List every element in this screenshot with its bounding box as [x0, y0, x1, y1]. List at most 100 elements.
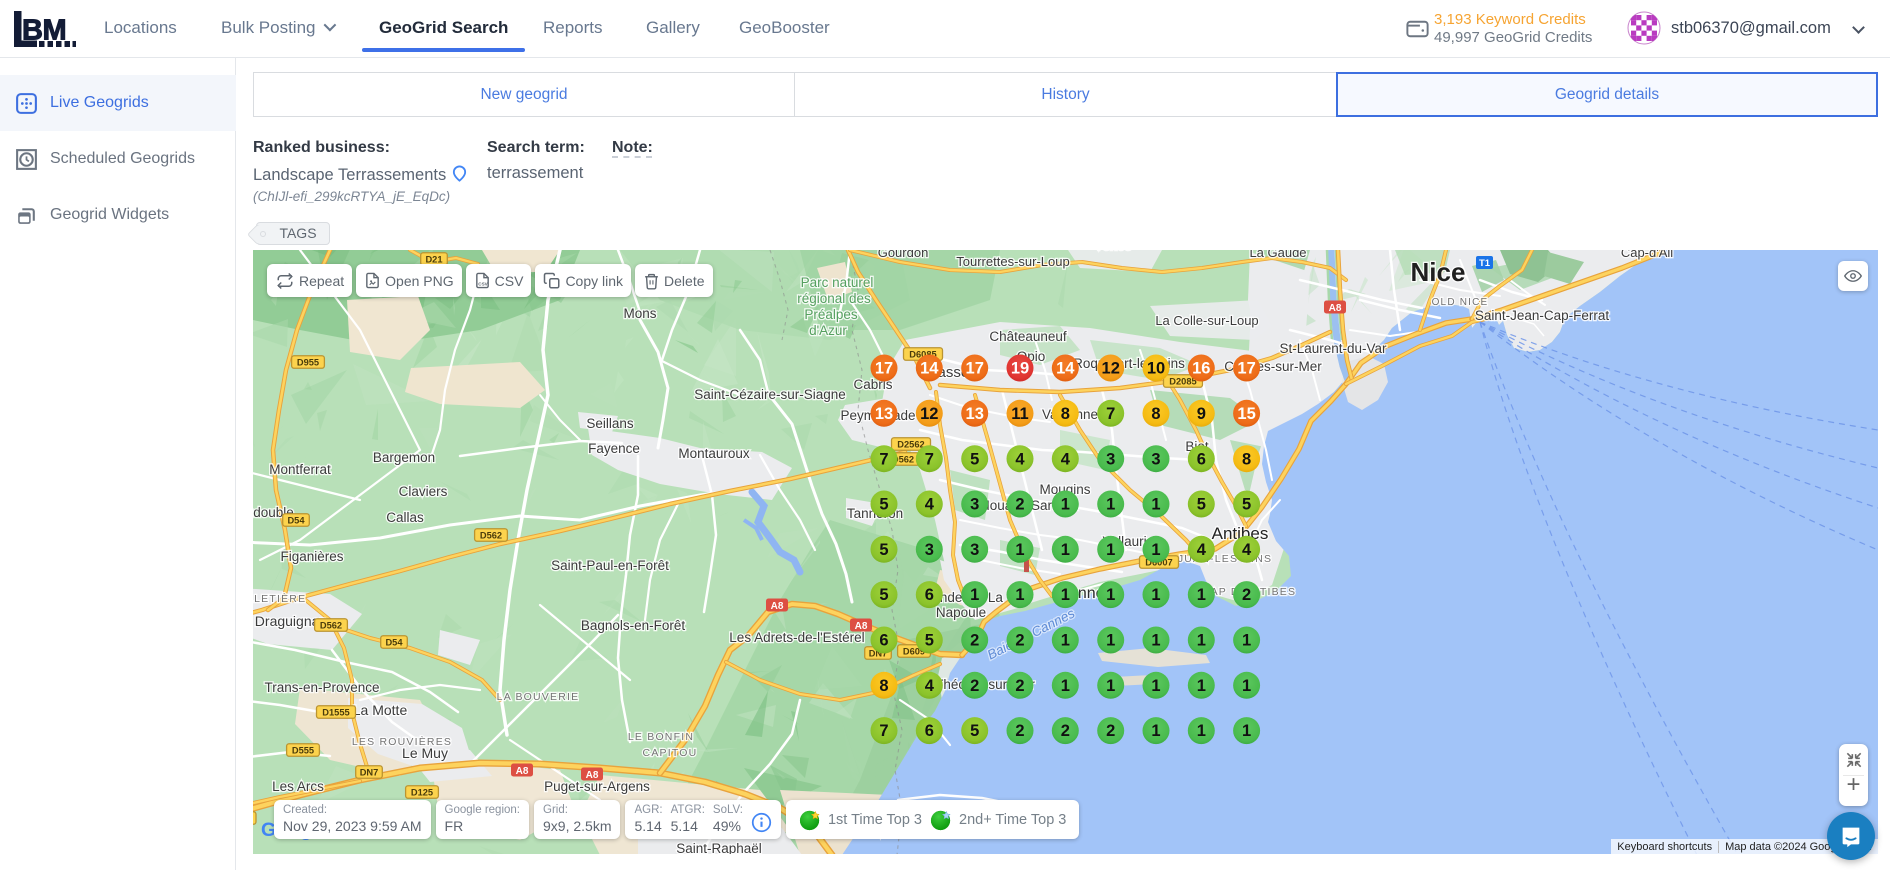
svg-text:10: 10 [1147, 360, 1165, 378]
svg-text:8: 8 [1151, 405, 1160, 423]
svg-text:LES ROUVIÈRES: LES ROUVIÈRES [352, 735, 452, 748]
svg-text:Tourrettes-sur-Loup: Tourrettes-sur-Loup [956, 254, 1069, 269]
svg-text:7: 7 [1106, 405, 1115, 423]
svg-text:4: 4 [1242, 541, 1252, 559]
svg-text:Les Arcs: Les Arcs [272, 779, 324, 794]
svg-text:1: 1 [1015, 586, 1024, 604]
svg-text:8: 8 [879, 677, 888, 695]
svg-text:7: 7 [925, 450, 934, 468]
svg-text:D54: D54 [385, 637, 403, 647]
svg-text:2: 2 [1242, 586, 1251, 604]
svg-text:5: 5 [879, 496, 888, 514]
svg-text:D1555: D1555 [322, 707, 349, 717]
svg-text:6: 6 [1197, 450, 1206, 468]
svg-text:Saint-Cézaire-sur-Siagne: Saint-Cézaire-sur-Siagne [694, 387, 846, 402]
svg-text:LE BONFIN: LE BONFIN [628, 731, 694, 743]
svg-text:1: 1 [1106, 677, 1115, 695]
svg-text:D2562: D2562 [897, 439, 924, 449]
svg-text:1: 1 [1242, 722, 1251, 740]
svg-text:D562: D562 [480, 530, 502, 540]
svg-text:Saint-Jean-Cap-Ferrat: Saint-Jean-Cap-Ferrat [1475, 308, 1610, 323]
svg-text:1: 1 [1061, 632, 1070, 650]
svg-text:19: 19 [1011, 360, 1029, 378]
svg-text:5: 5 [970, 450, 979, 468]
svg-text:5: 5 [879, 541, 888, 559]
svg-text:3: 3 [970, 541, 979, 559]
svg-text:14: 14 [920, 360, 939, 378]
svg-text:CSV: CSV [478, 281, 488, 286]
svg-text:Gourdon: Gourdon [878, 250, 929, 260]
svg-text:4: 4 [925, 496, 935, 514]
svg-text:5: 5 [970, 722, 979, 740]
svg-text:La Gaude: La Gaude [1249, 250, 1306, 260]
svg-text:T1: T1 [1479, 258, 1491, 269]
svg-text:1: 1 [1197, 632, 1206, 650]
svg-text:D955: D955 [297, 357, 319, 367]
svg-text:1: 1 [1106, 496, 1115, 514]
svg-text:1: 1 [1151, 632, 1160, 650]
svg-text:OLLETIÈRE: OLLETIÈRE [253, 592, 306, 605]
svg-text:1: 1 [1242, 677, 1251, 695]
svg-text:5: 5 [925, 632, 934, 650]
svg-text:D555: D555 [292, 745, 314, 755]
svg-text:Cap-d'Ail: Cap-d'Ail [1621, 250, 1673, 260]
svg-text:2: 2 [1015, 677, 1024, 695]
svg-text:Fayence: Fayence [588, 441, 640, 456]
svg-text:Saint-Paul-en-Forêt: Saint-Paul-en-Forêt [551, 558, 669, 573]
svg-text:2: 2 [1015, 722, 1024, 740]
svg-text:6: 6 [879, 632, 888, 650]
svg-text:Vence: Vence [1094, 250, 1132, 253]
svg-text:8: 8 [1242, 450, 1251, 468]
svg-text:A8: A8 [771, 601, 784, 612]
svg-text:1: 1 [1061, 496, 1070, 514]
svg-text:OLD NICE: OLD NICE [1432, 297, 1489, 308]
svg-text:1: 1 [1061, 541, 1070, 559]
svg-text:7: 7 [879, 722, 888, 740]
svg-text:16: 16 [1192, 360, 1210, 378]
svg-text:1: 1 [1151, 586, 1160, 604]
svg-text:Nice: Nice [1411, 257, 1466, 287]
svg-text:3: 3 [1151, 450, 1160, 468]
svg-text:D54: D54 [287, 515, 305, 525]
svg-text:CAPITOU: CAPITOU [643, 747, 698, 759]
svg-text:Mons: Mons [623, 306, 656, 321]
svg-text:A8: A8 [855, 621, 868, 632]
svg-text:3: 3 [925, 541, 934, 559]
svg-text:2: 2 [970, 677, 979, 695]
svg-text:2: 2 [1106, 722, 1115, 740]
svg-text:Claviers: Claviers [399, 484, 448, 499]
svg-text:4: 4 [1061, 450, 1071, 468]
svg-text:5: 5 [1242, 496, 1251, 514]
svg-text:11: 11 [1011, 405, 1028, 423]
svg-text:régional des: régional des [797, 291, 871, 306]
svg-text:6: 6 [925, 722, 934, 740]
svg-text:4: 4 [1015, 450, 1025, 468]
svg-text:La Colle-sur-Loup: La Colle-sur-Loup [1155, 313, 1258, 328]
svg-text:4: 4 [1197, 541, 1207, 559]
svg-text:D562: D562 [320, 620, 342, 630]
svg-text:1: 1 [1151, 722, 1160, 740]
svg-text:2: 2 [1015, 632, 1024, 650]
svg-text:DN7: DN7 [360, 767, 379, 777]
svg-text:Montferrat: Montferrat [269, 462, 331, 477]
svg-text:4: 4 [925, 677, 935, 695]
svg-text:15: 15 [1237, 405, 1255, 423]
svg-text:Figanières: Figanières [280, 549, 343, 564]
svg-text:2: 2 [970, 632, 979, 650]
svg-text:1: 1 [1197, 677, 1206, 695]
svg-text:1: 1 [1151, 541, 1160, 559]
svg-text:St-Laurent-du-Var: St-Laurent-du-Var [1279, 341, 1387, 356]
svg-text:12: 12 [1102, 360, 1120, 378]
svg-text:A8: A8 [586, 770, 599, 781]
svg-text:2: 2 [1015, 496, 1024, 514]
svg-text:1: 1 [1106, 632, 1115, 650]
svg-text:Châteauneuf: Châteauneuf [989, 329, 1067, 344]
svg-text:3: 3 [1106, 450, 1115, 468]
svg-text:Puget-sur-Argens: Puget-sur-Argens [544, 779, 650, 794]
svg-text:Préalpes: Préalpes [804, 307, 858, 322]
svg-text:A8: A8 [516, 766, 529, 777]
svg-text:1: 1 [1106, 586, 1115, 604]
svg-text:13: 13 [966, 405, 984, 423]
svg-text:17: 17 [875, 360, 893, 378]
svg-text:Saint-Raphaël: Saint-Raphaël [676, 841, 762, 854]
